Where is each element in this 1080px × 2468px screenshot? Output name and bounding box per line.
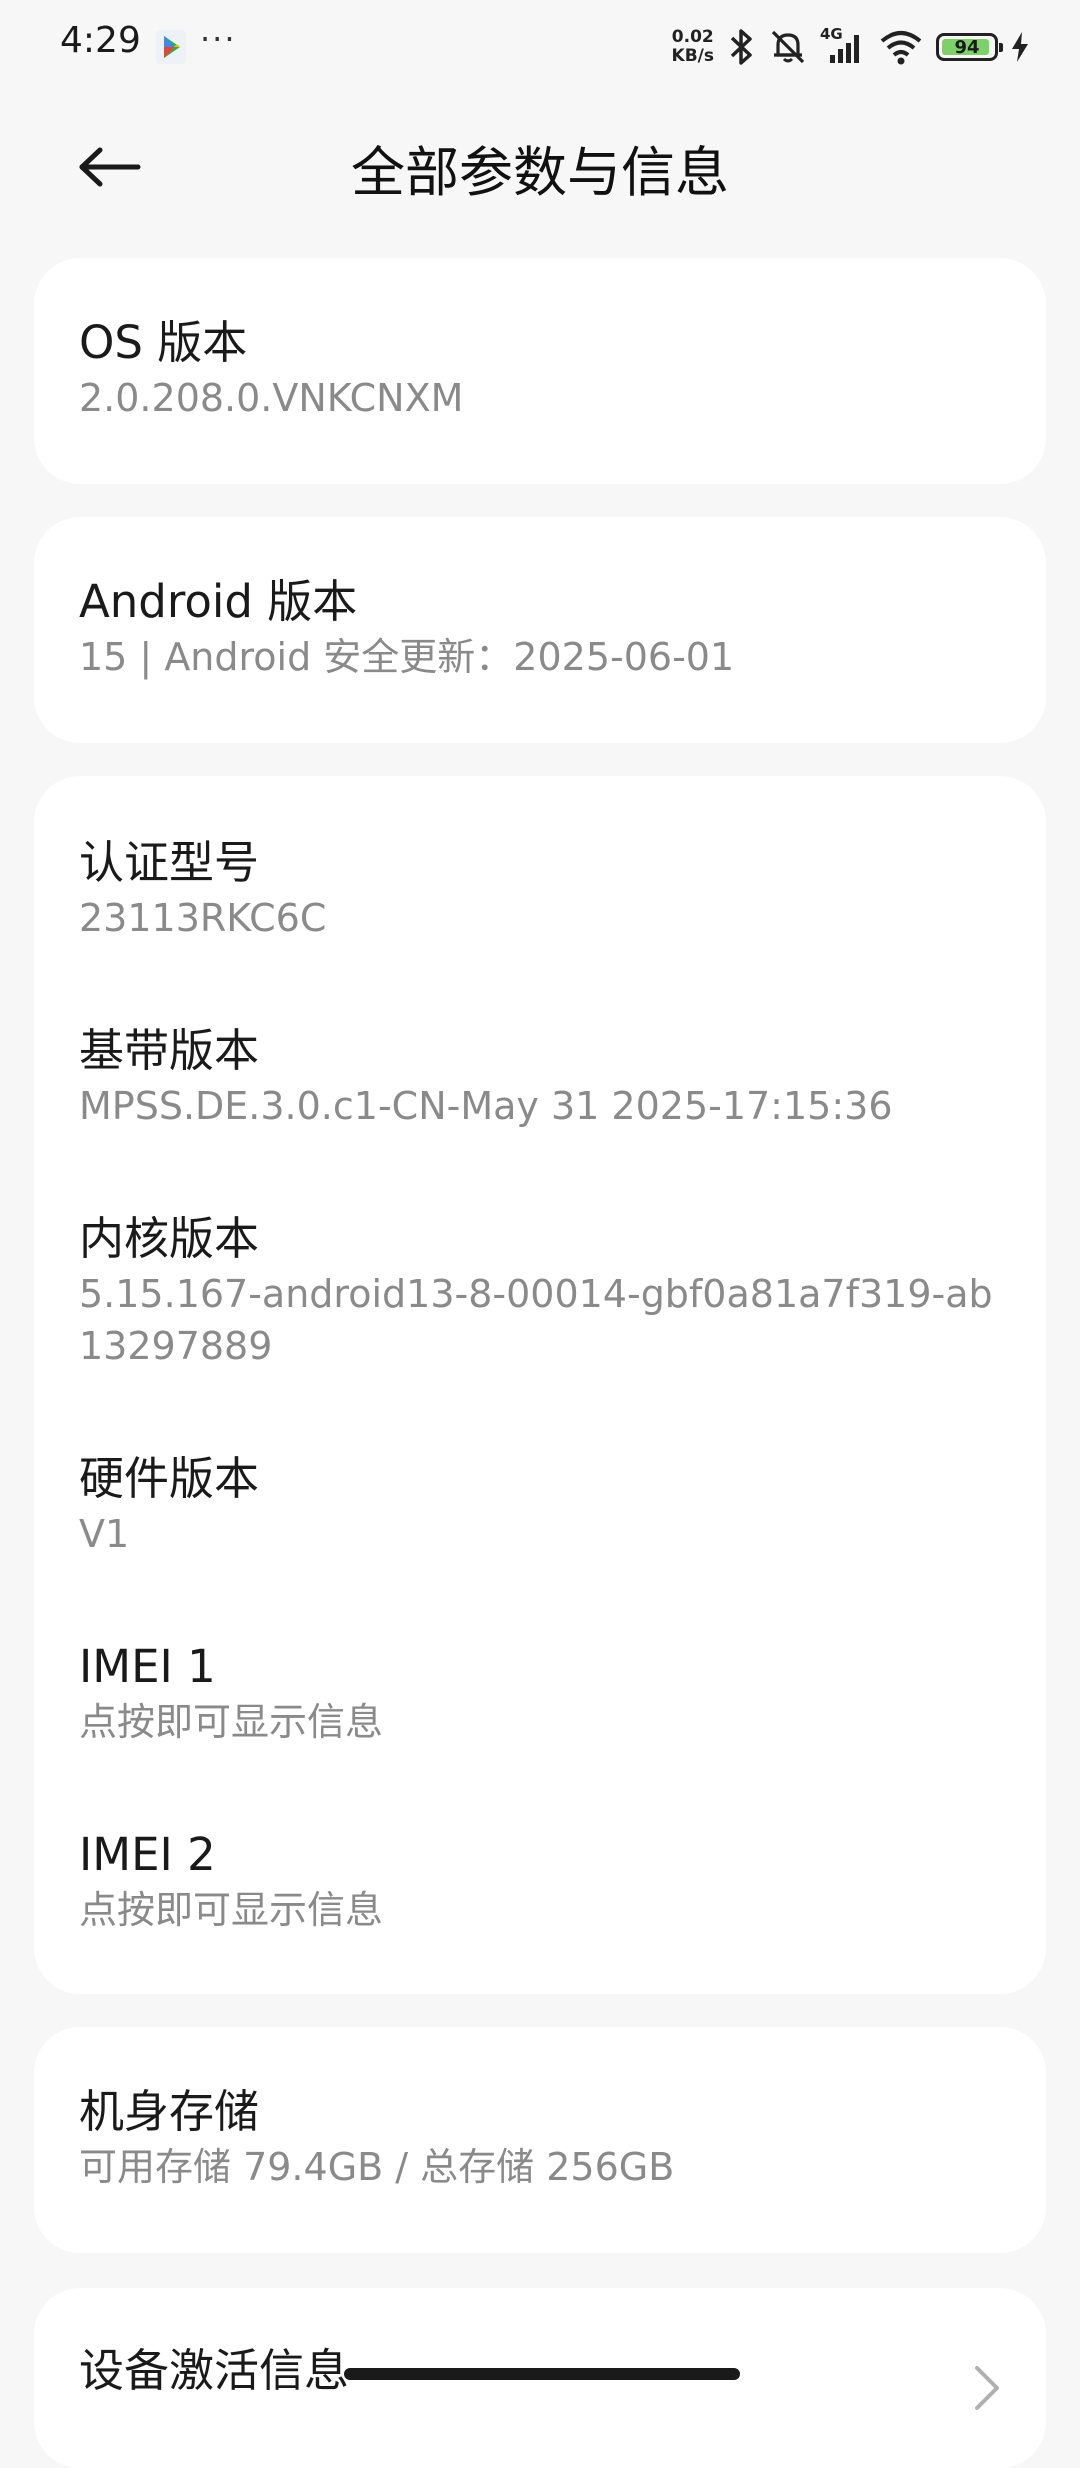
activation-item[interactable]: 设备激活信息 xyxy=(34,2288,1046,2400)
status-time: 4:29 xyxy=(60,20,141,61)
certified-model-value: 23113RKC6C xyxy=(79,896,327,940)
status-icons: 0.02 KB/s 4G 94 xyxy=(672,24,1030,70)
hardware-version-title: 硬件版本 xyxy=(79,1452,260,1505)
chevron-right-icon xyxy=(975,2366,999,2410)
android-version-item[interactable]: Android 版本 15 | Android 安全更新：2025-06-01 xyxy=(34,517,1046,683)
certified-model-title: 认证型号 xyxy=(79,836,260,889)
baseband-version-title: 基带版本 xyxy=(79,1024,260,1077)
wifi-icon xyxy=(880,31,922,65)
network-speed-unit: KB/s xyxy=(671,46,714,66)
hardware-version-item[interactable]: 硬件版本 V1 xyxy=(34,1450,1046,1560)
storage-value: 可用存储 79.4GB / 总存储 256GB xyxy=(79,2145,675,2189)
storage-item[interactable]: 机身存储 可用存储 79.4GB / 总存储 256GB xyxy=(34,2027,1046,2193)
os-version-value: 2.0.208.0.VNKCNXM xyxy=(79,376,464,420)
charging-icon xyxy=(1012,32,1028,62)
kernel-version-value: 5.15.167-android13-8-00014-gbf0a81a7f319… xyxy=(79,1272,993,1368)
os-version-item[interactable]: OS 版本 2.0.208.0.VNKCNXM xyxy=(34,258,1046,424)
certified-model-item[interactable]: 认证型号 23113RKC6C xyxy=(34,834,1046,944)
imei1-value: 点按即可显示信息 xyxy=(79,1700,384,1744)
baseband-version-item[interactable]: 基带版本 MPSS.DE.3.0.c1-CN-May 31 2025-17:15… xyxy=(34,1022,1046,1132)
bluetooth-icon xyxy=(730,29,752,65)
play-store-icon xyxy=(156,30,186,64)
kernel-version-title: 内核版本 xyxy=(79,1212,260,1265)
page-title: 全部参数与信息 xyxy=(351,141,729,204)
device-details-card: 认证型号 23113RKC6C 基带版本 MPSS.DE.3.0.c1-CN-M… xyxy=(34,776,1046,1994)
storage-card[interactable]: 机身存储 可用存储 79.4GB / 总存储 256GB xyxy=(34,2027,1046,2253)
hardware-version-value: V1 xyxy=(79,1512,130,1556)
imei2-item[interactable]: IMEI 2 点按即可显示信息 xyxy=(34,1826,1046,1936)
signal-icon xyxy=(830,35,859,63)
kernel-version-item[interactable]: 内核版本 5.15.167-android13-8-00014-gbf0a81a… xyxy=(34,1210,1046,1372)
imei2-value: 点按即可显示信息 xyxy=(79,1888,384,1932)
imei2-title: IMEI 2 xyxy=(79,1828,216,1881)
status-bar: 4:29 ··· 0.02 KB/s 4G 94 xyxy=(0,0,1080,92)
battery-level: 94 xyxy=(954,36,980,58)
baseband-version-value: MPSS.DE.3.0.c1-CN-May 31 2025-17:15:36 xyxy=(79,1084,893,1128)
network-speed-value: 0.02 xyxy=(671,27,714,47)
cellular-signal: 4G xyxy=(820,25,866,67)
ringer-off-icon xyxy=(771,30,805,64)
storage-title: 机身存储 xyxy=(79,2085,260,2138)
more-notifications-icon: ··· xyxy=(200,20,237,58)
home-indicator[interactable] xyxy=(344,2368,740,2380)
imei1-title: IMEI 1 xyxy=(79,1640,216,1693)
android-version-title: Android 版本 xyxy=(79,575,358,628)
android-version-card[interactable]: Android 版本 15 | Android 安全更新：2025-06-01 xyxy=(34,517,1046,743)
network-speed: 0.02 KB/s xyxy=(672,28,714,66)
android-version-value: 15 | Android 安全更新：2025-06-01 xyxy=(79,635,735,679)
os-version-title: OS 版本 xyxy=(79,316,248,369)
os-version-card[interactable]: OS 版本 2.0.208.0.VNKCNXM xyxy=(34,258,1046,484)
app-header: 全部参数与信息 xyxy=(0,92,1080,242)
imei1-item[interactable]: IMEI 1 点按即可显示信息 xyxy=(34,1638,1046,1748)
battery-icon: 94 xyxy=(936,33,1003,61)
